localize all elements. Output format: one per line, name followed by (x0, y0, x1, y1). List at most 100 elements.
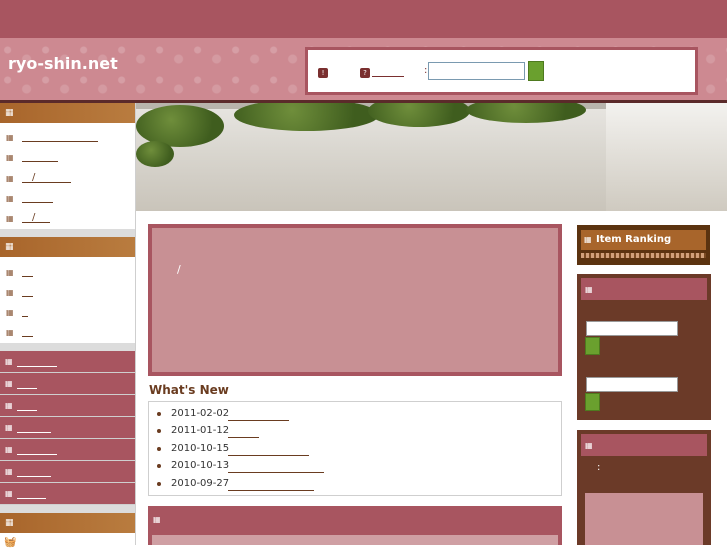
news-date: 2011-01-12 (171, 425, 230, 436)
top-bar (0, 0, 727, 38)
grid-icon: ▦ (6, 328, 14, 337)
sidebar-link[interactable]: ▦ (0, 483, 135, 505)
grid-icon: ▦ (5, 242, 14, 252)
news-link[interactable] (228, 480, 314, 491)
news-date: 2010-10-13 (171, 460, 230, 471)
item-ranking-box[interactable]: ▦ Item Ranking (577, 225, 710, 265)
bullet-icon (157, 412, 161, 416)
sidebar-item[interactable]: ▦ (0, 148, 135, 168)
sidebar-item-label[interactable] (22, 192, 53, 203)
section-divider (0, 505, 135, 513)
sidebar-item-label[interactable]: / (22, 172, 71, 183)
search-button[interactable] (528, 61, 544, 81)
grid-icon: ▦ (584, 235, 592, 244)
news-link[interactable] (228, 410, 289, 421)
sidebar-item-label[interactable] (22, 131, 98, 142)
ranking-stripe (581, 253, 706, 258)
grid-icon: ▦ (585, 285, 593, 294)
sidebar-item[interactable]: ▦ (0, 283, 135, 303)
item-ranking-label[interactable]: Item Ranking (596, 234, 671, 245)
search-label: : (424, 65, 428, 76)
site-title[interactable]: ryo-shin.net (8, 54, 118, 73)
right-input-2[interactable] (586, 377, 678, 392)
sidebar-item-label[interactable] (22, 286, 33, 297)
category-header-1: ▦ (0, 103, 135, 123)
news-item[interactable]: 2010-09-27 (157, 477, 337, 493)
search-input[interactable] (428, 62, 525, 80)
hero-banner (136, 103, 727, 211)
news-date: 2010-10-15 (171, 443, 230, 454)
grid-icon: ▦ (6, 194, 14, 203)
sidebar-item[interactable]: ▦ / (0, 169, 135, 189)
section-divider (0, 343, 135, 351)
category-header-3: ▦ (0, 513, 135, 533)
sidebar-item-label[interactable] (22, 306, 28, 317)
grid-icon: ▦ (6, 308, 14, 317)
news-link[interactable] (228, 427, 259, 438)
sidebar-item[interactable]: ▦ (0, 323, 135, 343)
bullet-icon (157, 429, 161, 433)
featured-panel: / (148, 224, 562, 376)
right-form-box: ▦ (577, 274, 711, 420)
right-input-1[interactable] (586, 321, 678, 336)
info-pane (585, 493, 703, 545)
grid-icon: ▦ (5, 467, 13, 476)
grid-icon: ▦ (6, 133, 14, 142)
sidebar-item-label[interactable] (22, 326, 33, 337)
section-divider (0, 229, 135, 237)
news-item[interactable]: 2010-10-13 (157, 459, 337, 475)
sidebar-link[interactable]: ▦ (0, 439, 135, 461)
grid-icon: ▦ (6, 214, 14, 223)
grid-icon: ▦ (5, 108, 14, 118)
left-sidebar: ▦ ▦ ▦ ▦ / ▦ ▦ / ▦ ▦ ▦ ▦ ▦ ▦ ▦ ▦ ▦ ▦ ▦ ▦ … (0, 103, 136, 548)
sidebar-item[interactable]: ▦ (0, 263, 135, 283)
news-date: 2010-09-27 (171, 478, 230, 489)
grid-icon: ▦ (6, 288, 14, 297)
grid-icon: ▦ (153, 515, 161, 524)
help-link[interactable] (372, 76, 404, 77)
info-label: : (597, 462, 601, 473)
grid-icon: ▦ (5, 401, 13, 410)
grid-icon: ▦ (6, 153, 14, 162)
sidebar-item[interactable]: ▦ (0, 189, 135, 209)
sidebar-item-label[interactable] (22, 151, 58, 162)
bullet-icon (157, 464, 161, 468)
sidebar-link[interactable]: ▦ (0, 373, 135, 395)
grid-icon: ▦ (6, 174, 14, 183)
bullet-icon (157, 447, 161, 451)
news-item[interactable]: 2011-02-02 (157, 407, 337, 423)
news-link[interactable] (228, 445, 309, 456)
featured-text: / (177, 263, 181, 276)
news-link[interactable] (228, 462, 324, 473)
sidebar-link[interactable]: ▦ (0, 395, 135, 417)
grid-icon: ▦ (585, 441, 593, 450)
grid-icon: ▦ (5, 379, 13, 388)
sidebar-item[interactable]: ▦ / (0, 209, 135, 229)
info-icon[interactable]: ! (318, 68, 328, 78)
sidebar-link[interactable]: ▦ (0, 351, 135, 373)
news-list: 2011-02-02 2011-01-12 2010-10-15 2010-10… (148, 401, 562, 496)
search-box: ! ? : (305, 47, 698, 95)
grid-icon: ▦ (5, 445, 13, 454)
sidebar-item-label[interactable] (22, 266, 33, 277)
grid-icon: ▦ (5, 357, 13, 366)
sidebar-link[interactable]: ▦ (0, 417, 135, 439)
grid-icon: ▦ (5, 423, 13, 432)
sidebar-item[interactable]: ▦ (0, 303, 135, 323)
basket-icon[interactable]: 🧺 (4, 537, 16, 548)
category-header-2: ▦ (0, 237, 135, 257)
bullet-icon (157, 482, 161, 486)
whats-new-title: What's New (149, 383, 229, 397)
right-info-box: ▦ : (577, 430, 711, 545)
sidebar-link[interactable]: ▦ (0, 461, 135, 483)
right-go-button-2[interactable] (585, 393, 600, 411)
news-date: 2011-02-02 (171, 408, 230, 419)
news-item[interactable]: 2011-01-12 (157, 424, 337, 440)
news-item[interactable]: 2010-10-15 (157, 442, 337, 458)
help-icon[interactable]: ? (360, 68, 370, 78)
sidebar-item-label[interactable]: / (22, 212, 50, 223)
right-go-button-1[interactable] (585, 337, 600, 355)
grid-icon: ▦ (6, 268, 14, 277)
sidebar-item[interactable]: ▦ (0, 128, 135, 148)
bottom-panel: ▦ (148, 506, 562, 545)
